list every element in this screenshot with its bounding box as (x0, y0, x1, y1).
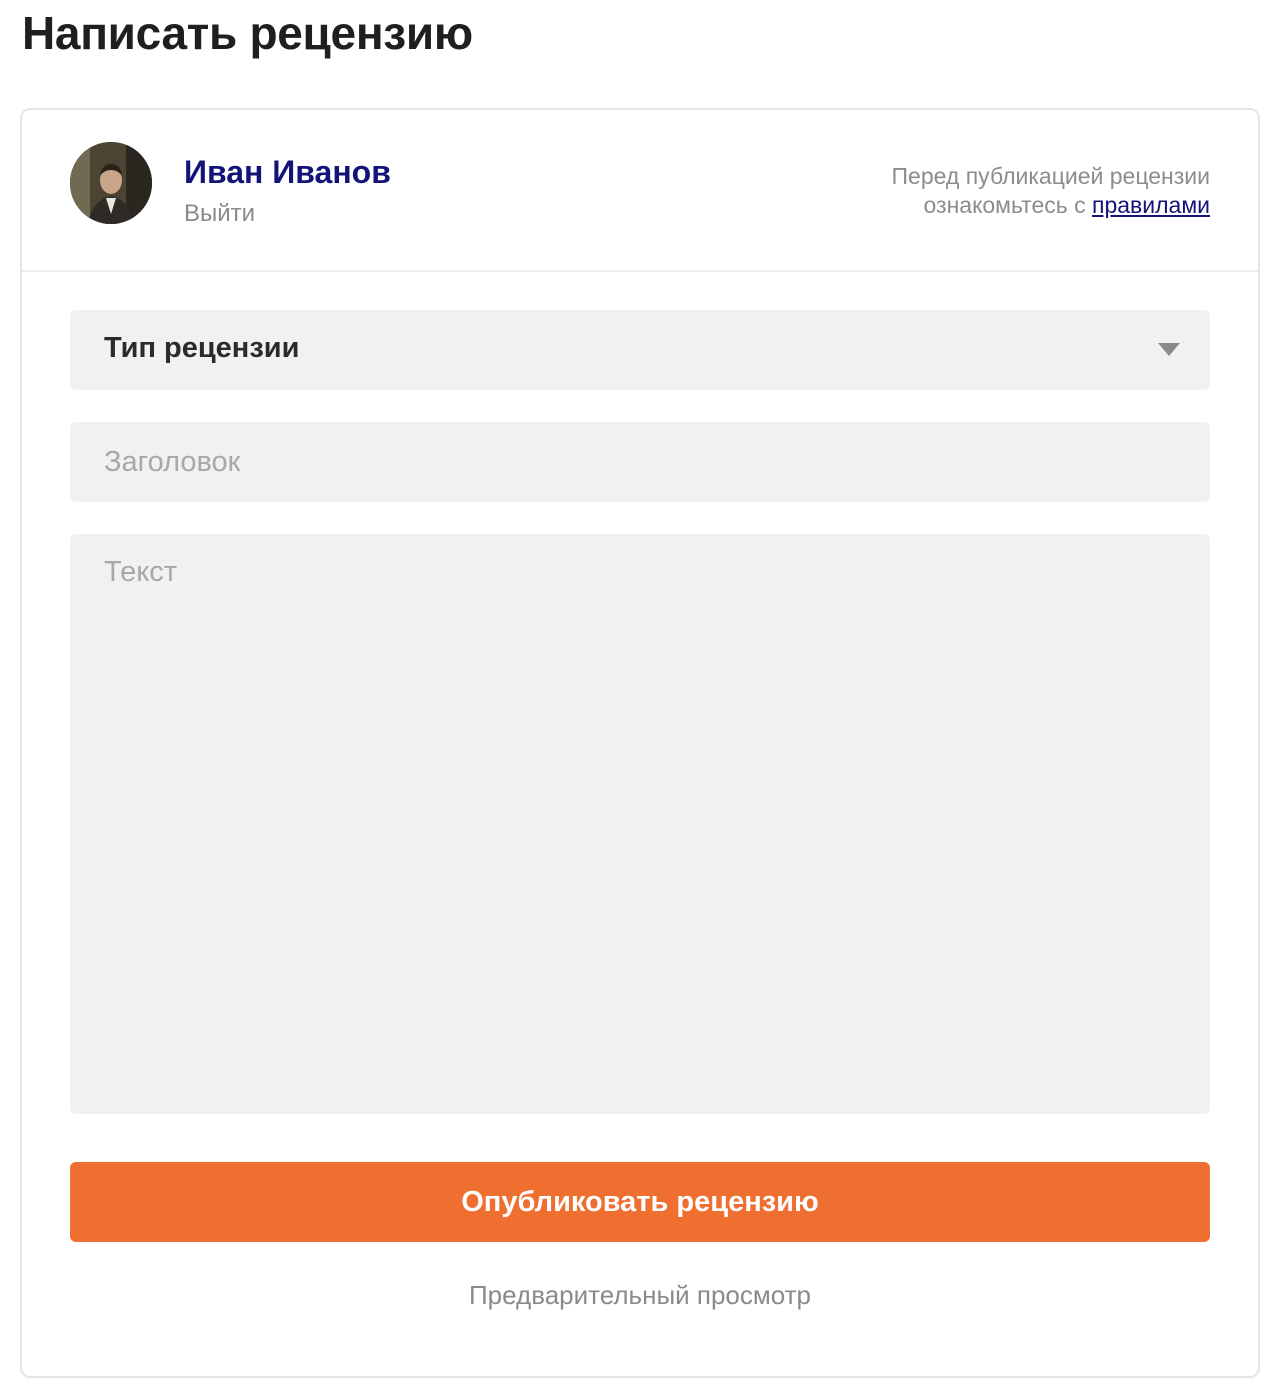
text-field (70, 534, 1210, 1114)
chevron-down-icon (1158, 343, 1180, 356)
text-textarea[interactable] (70, 534, 1210, 1114)
title-field (70, 422, 1210, 502)
publish-button[interactable]: Опубликовать рецензию (70, 1162, 1210, 1242)
rules-note: Перед публикацией рецензии ознакомьтесь … (892, 162, 1210, 220)
rules-link[interactable]: правилами (1092, 192, 1210, 218)
card-header: Иван Иванов Выйти Перед публикацией реце… (22, 110, 1258, 272)
review-type-select[interactable]: Тип рецензии (70, 310, 1210, 390)
preview-link[interactable]: Предварительный просмотр (22, 1280, 1258, 1311)
rules-note-prefix: ознакомьтесь с (923, 192, 1093, 218)
review-type-value: Тип рецензии (104, 332, 300, 364)
page-title: Написать рецензию (22, 7, 473, 59)
rules-note-line1: Перед публикацией рецензии (891, 163, 1210, 189)
review-form-card: Иван Иванов Выйти Перед публикацией реце… (20, 108, 1260, 1378)
user-photo-icon (70, 142, 152, 224)
avatar[interactable] (70, 142, 152, 224)
logout-link[interactable]: Выйти (184, 200, 255, 228)
title-input[interactable] (70, 422, 1210, 502)
rules-note-line2: ознакомьтесь с правилами (892, 191, 1211, 220)
user-name[interactable]: Иван Иванов (184, 154, 391, 191)
